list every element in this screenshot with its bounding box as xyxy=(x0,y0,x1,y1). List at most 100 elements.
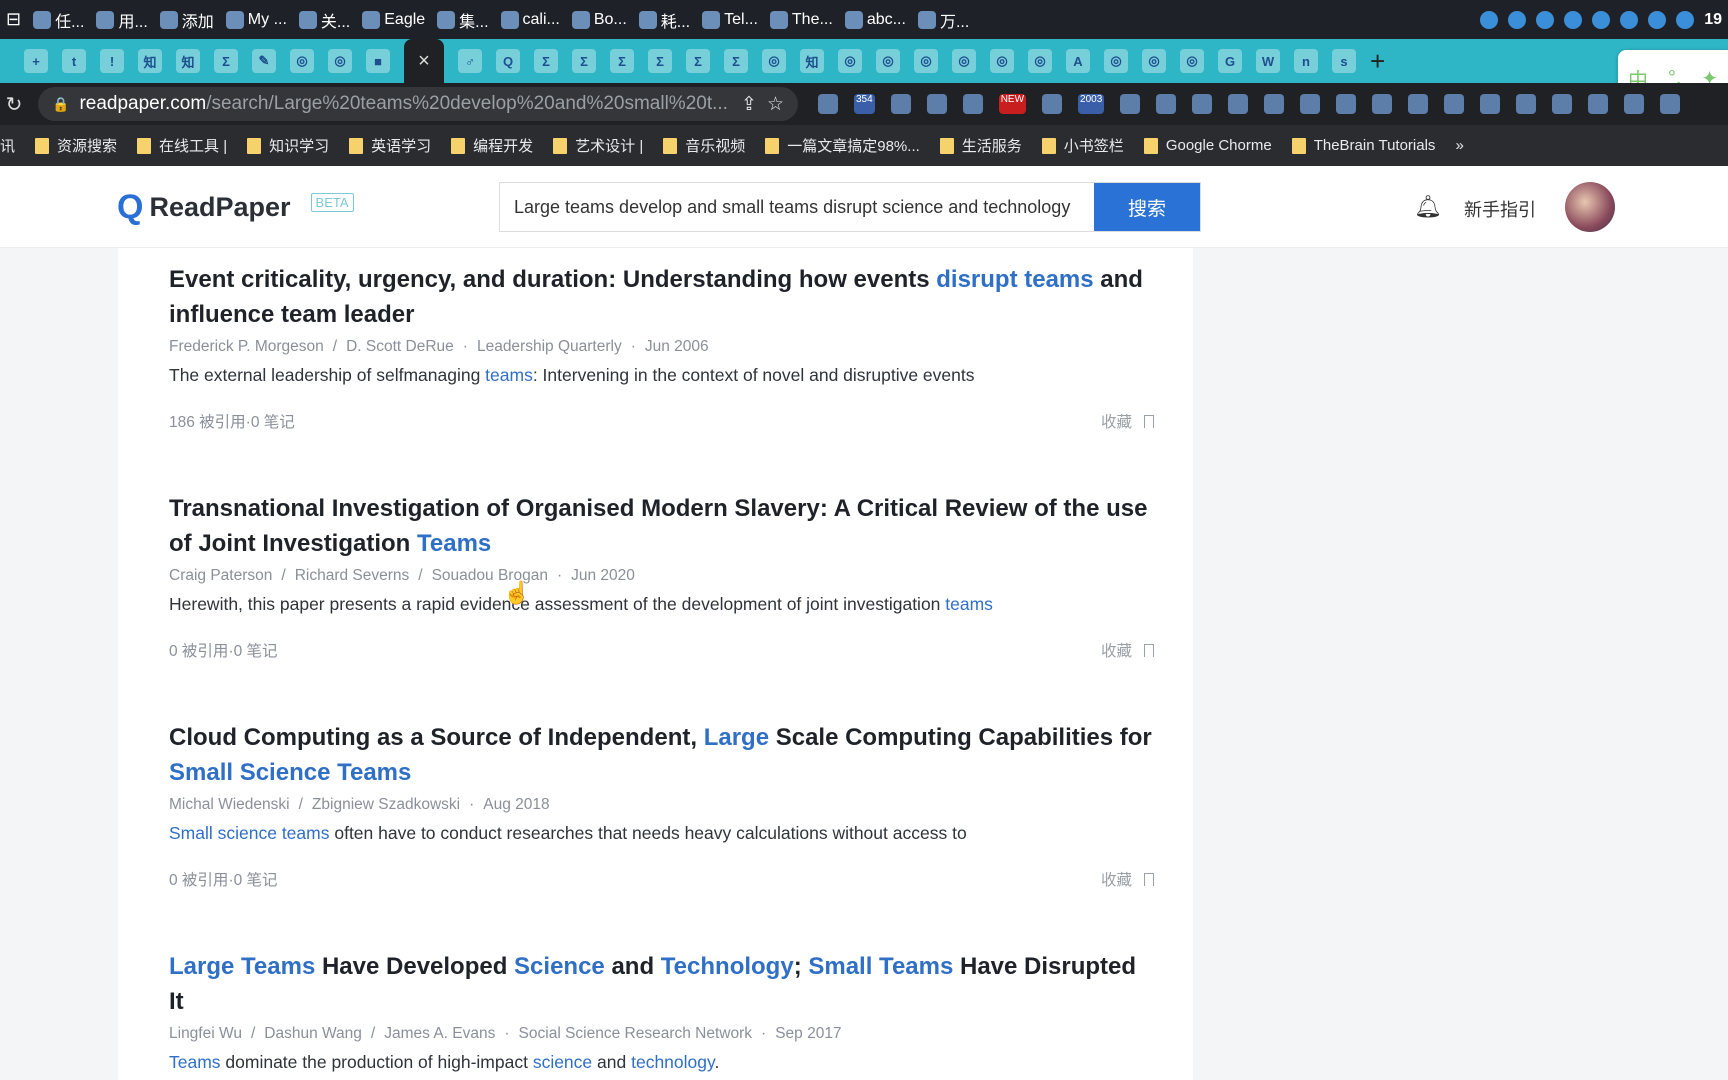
browser-tab[interactable]: ◎ xyxy=(838,49,862,73)
bookmark-item[interactable]: 音乐视频 xyxy=(663,135,745,156)
extension-icon[interactable] xyxy=(1408,94,1429,114)
taskbar-item[interactable]: The... xyxy=(764,0,839,39)
reload-icon[interactable]: ↻ xyxy=(0,92,28,117)
result-title[interactable]: Event criticality, urgency, and duration… xyxy=(169,262,1154,332)
browser-tab[interactable]: 知 xyxy=(800,49,824,73)
extension-icon[interactable] xyxy=(818,94,838,114)
bookmark-item[interactable]: 小书签栏 xyxy=(1041,135,1124,156)
browser-tab[interactable]: G xyxy=(1218,49,1242,73)
taskbar-item[interactable]: abc... xyxy=(839,0,912,39)
result-title[interactable]: Large Teams Have Developed Science and T… xyxy=(169,949,1154,1019)
extension-icon[interactable]: 2003 xyxy=(1078,94,1105,114)
extension-icon[interactable] xyxy=(1444,94,1465,114)
active-tab-close-button[interactable]: × xyxy=(404,39,444,83)
browser-tab[interactable]: + xyxy=(24,49,48,73)
browser-tab[interactable]: ◎ xyxy=(914,49,938,73)
taskbar-item[interactable]: 关... xyxy=(293,0,356,39)
task-view-icon[interactable]: ⊟ xyxy=(6,9,21,30)
note-count[interactable]: 0 笔记 xyxy=(251,414,295,431)
browser-tab[interactable]: Σ xyxy=(686,49,710,73)
extension-icon[interactable] xyxy=(1516,94,1537,114)
meta-item[interactable]: James A. Evans xyxy=(384,1025,495,1042)
search-button[interactable]: 搜索 xyxy=(1094,183,1200,231)
bookmark-item[interactable]: 讯 xyxy=(0,135,15,156)
taskbar-item[interactable]: Tel... xyxy=(696,0,764,39)
browser-tab[interactable]: ♂ xyxy=(458,49,482,73)
browser-tab[interactable]: Σ xyxy=(214,49,238,73)
taskbar-item[interactable]: 用... xyxy=(90,0,153,39)
bookmark-item[interactable]: 知识学习 xyxy=(247,135,329,156)
meta-item[interactable]: Social Science Research Network xyxy=(519,1025,752,1042)
favorite-button[interactable]: 收藏 xyxy=(1101,868,1154,890)
browser-tab[interactable]: Σ xyxy=(534,49,558,73)
taskbar-item[interactable]: My ... xyxy=(220,0,293,39)
guide-link[interactable]: 新手指引 xyxy=(1464,196,1536,222)
meta-item[interactable]: Zbigniew Szadkowski xyxy=(312,796,460,813)
bookmark-item[interactable]: 资源搜索 xyxy=(35,135,117,156)
extension-icon[interactable] xyxy=(1372,94,1393,114)
star-icon[interactable]: ☆ xyxy=(767,93,784,116)
extension-icon[interactable]: 354 xyxy=(854,94,875,114)
extension-icon[interactable] xyxy=(890,94,911,114)
extension-icon[interactable] xyxy=(1156,94,1177,114)
bookmark-item[interactable]: 生活服务 xyxy=(939,135,1022,156)
browser-tab[interactable]: Q xyxy=(496,49,520,73)
extension-icon[interactable] xyxy=(1336,94,1357,114)
taskbar-item[interactable]: Bo... xyxy=(566,0,633,39)
browser-tab[interactable]: s xyxy=(1332,49,1356,73)
browser-tab[interactable]: Σ xyxy=(648,49,672,73)
meta-item[interactable]: Dashun Wang xyxy=(264,1025,362,1042)
extension-icon[interactable] xyxy=(1588,94,1609,114)
browser-tab[interactable]: ✎ xyxy=(252,49,276,73)
extension-icon[interactable] xyxy=(1264,94,1285,114)
extension-icon[interactable] xyxy=(1228,94,1249,114)
browser-tab[interactable]: ◎ xyxy=(290,49,314,73)
bookmark-item[interactable]: 在线工具 | xyxy=(137,135,227,156)
extension-icon[interactable] xyxy=(926,94,947,114)
meta-item[interactable]: Souadou Brogan xyxy=(432,567,548,584)
taskbar-item[interactable]: cali... xyxy=(495,0,566,39)
extension-icon[interactable] xyxy=(1300,94,1321,114)
bookmark-item[interactable]: Google Chorme xyxy=(1143,137,1272,154)
result-title[interactable]: Transnational Investigation of Organised… xyxy=(169,491,1154,561)
share-icon[interactable]: ⇪ xyxy=(741,93,757,116)
taskbar-item[interactable]: 耗... xyxy=(633,0,696,39)
browser-tab[interactable]: Σ xyxy=(724,49,748,73)
browser-tab[interactable]: ! xyxy=(100,49,124,73)
note-count[interactable]: 0 笔记 xyxy=(234,872,278,889)
meta-item[interactable]: Lingfei Wu xyxy=(169,1025,242,1042)
browser-tab[interactable]: ◎ xyxy=(328,49,352,73)
extension-icon[interactable] xyxy=(1120,94,1141,114)
browser-tab[interactable]: 知 xyxy=(138,49,162,73)
citation-count[interactable]: 0 被引用 xyxy=(169,872,228,889)
browser-tab[interactable]: Σ xyxy=(610,49,634,73)
citation-count[interactable]: 186 被引用 xyxy=(169,414,246,431)
browser-tab[interactable]: ◎ xyxy=(1142,49,1166,73)
taskbar-item[interactable]: 任... xyxy=(27,0,90,39)
meta-item[interactable]: Aug 2018 xyxy=(483,796,549,813)
meta-item[interactable]: Jun 2020 xyxy=(571,567,635,584)
extension-icon[interactable] xyxy=(1552,94,1573,114)
extension-icon[interactable] xyxy=(962,94,983,114)
taskbar-item[interactable]: 添加 xyxy=(154,0,220,39)
browser-tab[interactable]: n xyxy=(1294,49,1318,73)
browser-tab[interactable]: ◎ xyxy=(990,49,1014,73)
browser-tab[interactable]: ◎ xyxy=(1028,49,1052,73)
extension-icon[interactable] xyxy=(1192,94,1213,114)
browser-tab[interactable]: ◎ xyxy=(762,49,786,73)
browser-tab[interactable]: ◎ xyxy=(952,49,976,73)
browser-tab[interactable]: W xyxy=(1256,49,1280,73)
meta-item[interactable]: Craig Paterson xyxy=(169,567,272,584)
browser-tab[interactable]: 知 xyxy=(176,49,200,73)
meta-item[interactable]: Leadership Quarterly xyxy=(477,338,622,355)
taskbar-item[interactable]: 万... xyxy=(912,0,975,39)
taskbar-item[interactable]: Eagle xyxy=(356,0,431,39)
favorite-button[interactable]: 收藏 xyxy=(1101,410,1154,432)
browser-tab[interactable]: A xyxy=(1066,49,1090,73)
extension-icon[interactable] xyxy=(1480,94,1501,114)
result-title[interactable]: Cloud Computing as a Source of Independe… xyxy=(169,720,1154,790)
extension-icon[interactable] xyxy=(1660,94,1681,114)
meta-item[interactable]: Sep 2017 xyxy=(775,1025,841,1042)
avatar[interactable] xyxy=(1565,182,1615,232)
extension-icon[interactable]: NEW xyxy=(998,94,1027,114)
